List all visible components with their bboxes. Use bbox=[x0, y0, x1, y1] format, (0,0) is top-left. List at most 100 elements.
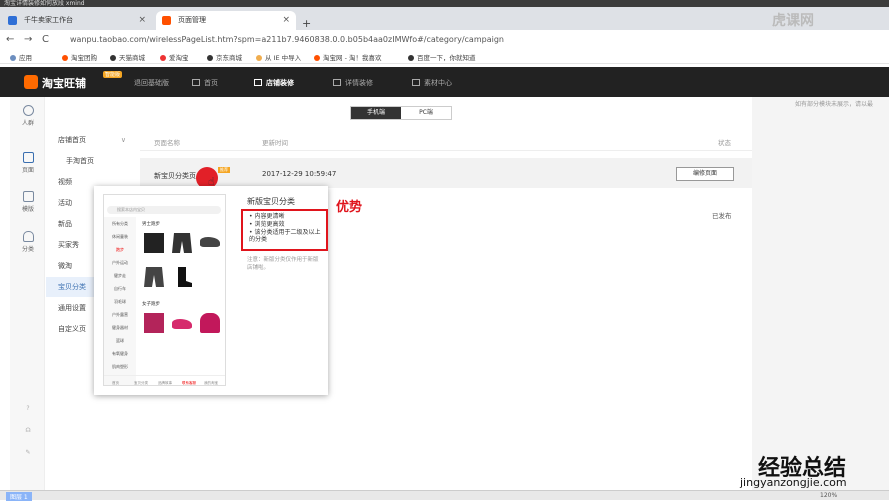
window-title-bar: 淘宝详情装修如何放段 xmind bbox=[0, 0, 889, 7]
sidebar-crowd[interactable]: 人群 bbox=[18, 105, 38, 127]
bookmark-item[interactable]: 天猫商城 bbox=[110, 52, 145, 62]
product-image bbox=[200, 237, 220, 247]
phone-category: 所有分类 bbox=[112, 221, 128, 226]
left-icon-bar: 人群 页面 模版 分类 ? ☊ ✎ bbox=[10, 97, 45, 490]
version-badge: 智能版 bbox=[103, 71, 123, 78]
phone-section-men: 男士跑步 bbox=[142, 222, 160, 227]
phone-category: 篮球 bbox=[116, 338, 124, 343]
popup-title: 新版宝贝分类 bbox=[247, 197, 295, 206]
tab-qianniu[interactable]: 千牛卖家工作台 × bbox=[2, 11, 152, 30]
phone-category: 户外运动 bbox=[112, 260, 128, 265]
headset-icon[interactable]: ☊ bbox=[18, 427, 38, 434]
tab-label: 页面管理 bbox=[178, 16, 206, 24]
bookmark-item[interactable]: 应用 bbox=[10, 52, 32, 62]
forward-button[interactable]: → bbox=[24, 34, 32, 45]
back-button[interactable]: ← bbox=[6, 34, 14, 45]
app-logo: 淘宝旺铺 bbox=[42, 77, 86, 90]
bookmark-item[interactable]: 百度一下，你就知道 bbox=[408, 52, 476, 62]
column-status: 状态 bbox=[718, 139, 731, 147]
nav-shop-decor[interactable]: 店铺装修 bbox=[254, 78, 294, 88]
nav-home[interactable]: 首页 bbox=[192, 78, 218, 88]
bag-icon bbox=[22, 231, 34, 242]
bullet-item: • 内容更清晰 bbox=[249, 213, 285, 220]
right-panel bbox=[752, 97, 889, 490]
bullet-item: • 浏览更高效 bbox=[249, 221, 285, 228]
phone-category: 羽毛球 bbox=[114, 299, 126, 304]
phone-category: 健步走 bbox=[114, 273, 126, 278]
bookmark-item[interactable]: 从 IE 中导入 bbox=[256, 52, 301, 62]
sidebar-category[interactable]: 分类 bbox=[18, 231, 38, 253]
sidebar-page[interactable]: 页面 bbox=[18, 152, 38, 174]
qianniu-icon bbox=[8, 16, 17, 25]
phone-preview: 搜索本店内宝贝 所有分类 休闲童装 跑步 户外运动 健步走 自行车 羽毛球 户外… bbox=[103, 194, 226, 386]
taobao-icon bbox=[162, 16, 171, 25]
sidebar-item-shop-home[interactable]: 店铺首页 ∨ bbox=[46, 130, 134, 150]
new-tab-button[interactable]: + bbox=[302, 17, 311, 30]
phone-category: 休闲童装 bbox=[112, 234, 128, 239]
page-icon bbox=[22, 152, 34, 163]
product-image bbox=[200, 313, 220, 333]
home-icon bbox=[192, 79, 200, 86]
recommend-badge: 推荐 bbox=[218, 167, 230, 173]
page-name[interactable]: 新宝贝分类页 bbox=[154, 171, 196, 181]
tab-pc[interactable]: PC端 bbox=[401, 107, 451, 119]
phone-category: 健身器材 bbox=[112, 325, 128, 330]
phone-category: 跑步 bbox=[116, 247, 124, 252]
product-image bbox=[144, 313, 164, 333]
tab-mobile[interactable]: 手机端 bbox=[351, 107, 401, 119]
phone-search-input: 搜索本店内宝贝 bbox=[107, 206, 221, 214]
nav-material[interactable]: 素材中心 bbox=[412, 78, 452, 88]
phone-tabbar: 首页 宝贝分类 品牌故事 联系客服 我的淘宝 bbox=[104, 375, 225, 386]
watermark-logo: 虎课网 bbox=[772, 13, 814, 29]
address-bar: ← → C wanpu.taobao.com/wirelessPageList.… bbox=[0, 30, 889, 50]
bullet-item: • 该分类适用于二级及以上的分类 bbox=[249, 229, 321, 243]
close-icon[interactable]: × bbox=[138, 11, 146, 30]
table-row: 新宝贝分类页 推荐 2017-12-29 10:59:47 编修页面 bbox=[140, 158, 752, 188]
tab-label: 千牛卖家工作台 bbox=[24, 16, 73, 24]
bookmark-item[interactable]: 京东商城 bbox=[207, 52, 242, 62]
product-image bbox=[172, 319, 192, 329]
watermark-domain: jingyanzongjie.com bbox=[740, 476, 847, 489]
bookmark-item[interactable]: 淘宝网 - 淘！我喜欢 bbox=[314, 52, 381, 62]
advantage-annotation: 优势 bbox=[336, 200, 363, 215]
update-time: 2017-12-29 10:59:47 bbox=[262, 170, 337, 178]
detail-icon bbox=[333, 79, 341, 86]
sidebar-item-mobile-home[interactable]: 手淘首页 bbox=[46, 151, 134, 171]
advantages-box: • 内容更清晰 • 浏览更高效 • 该分类适用于二级及以上的分类 bbox=[241, 209, 328, 251]
app-header: 淘宝旺铺 智能版 退回基础版 首页 店铺装修 详情装修 素材中心 bbox=[0, 67, 889, 97]
user-icon bbox=[22, 105, 34, 116]
close-icon[interactable]: × bbox=[282, 11, 290, 30]
reload-button[interactable]: C bbox=[42, 34, 49, 45]
edit-icon[interactable]: ✎ bbox=[18, 449, 38, 456]
notice-text: 如有部分模块未展示，请以最 bbox=[795, 101, 874, 108]
popup-note: 注意：新版分类仅作用于新版店铺啦。 bbox=[247, 257, 319, 271]
nav-back-basic[interactable]: 退回基础版 bbox=[134, 78, 169, 88]
tab-page-manage[interactable]: 页面管理 × bbox=[156, 11, 296, 30]
window-title: 淘宝详情装修如何放段 xmind bbox=[4, 0, 85, 7]
wangpu-logo-icon bbox=[24, 75, 38, 89]
product-image bbox=[144, 233, 164, 253]
phone-category: 有氧健身 bbox=[112, 351, 128, 356]
phone-category: 自行车 bbox=[114, 286, 126, 291]
edit-page-button[interactable]: 编修页面 bbox=[676, 167, 734, 181]
zoom-level[interactable]: 120% bbox=[820, 492, 837, 499]
bookmark-item[interactable]: 爱淘宝 bbox=[160, 52, 189, 62]
product-image bbox=[144, 267, 164, 287]
table-header: 页面名称 更新时间 状态 bbox=[140, 133, 752, 151]
product-image bbox=[172, 233, 192, 253]
device-toggle: 手机端 PC端 bbox=[350, 106, 452, 120]
phone-category: 户外露营 bbox=[112, 312, 128, 317]
phone-category: 肌肉塑形 bbox=[112, 364, 128, 369]
chevron-down-icon[interactable]: ∨ bbox=[121, 130, 126, 150]
url-field[interactable]: wanpu.taobao.com/wirelessPageList.htm?sp… bbox=[70, 35, 504, 44]
bookmark-item[interactable]: 淘宝团购 bbox=[62, 52, 97, 62]
column-name: 页面名称 bbox=[154, 139, 180, 147]
product-image bbox=[178, 267, 192, 287]
browser-tab-strip: 千牛卖家工作台 × 页面管理 × + bbox=[0, 7, 889, 30]
sidebar-template[interactable]: 模版 bbox=[18, 191, 38, 213]
shop-icon bbox=[254, 79, 262, 86]
status-bar: 图层 1 120% bbox=[0, 490, 889, 501]
status-published: 已发布 bbox=[712, 212, 732, 220]
nav-detail-decor[interactable]: 详情装修 bbox=[333, 78, 373, 88]
help-icon[interactable]: ? bbox=[18, 405, 38, 412]
